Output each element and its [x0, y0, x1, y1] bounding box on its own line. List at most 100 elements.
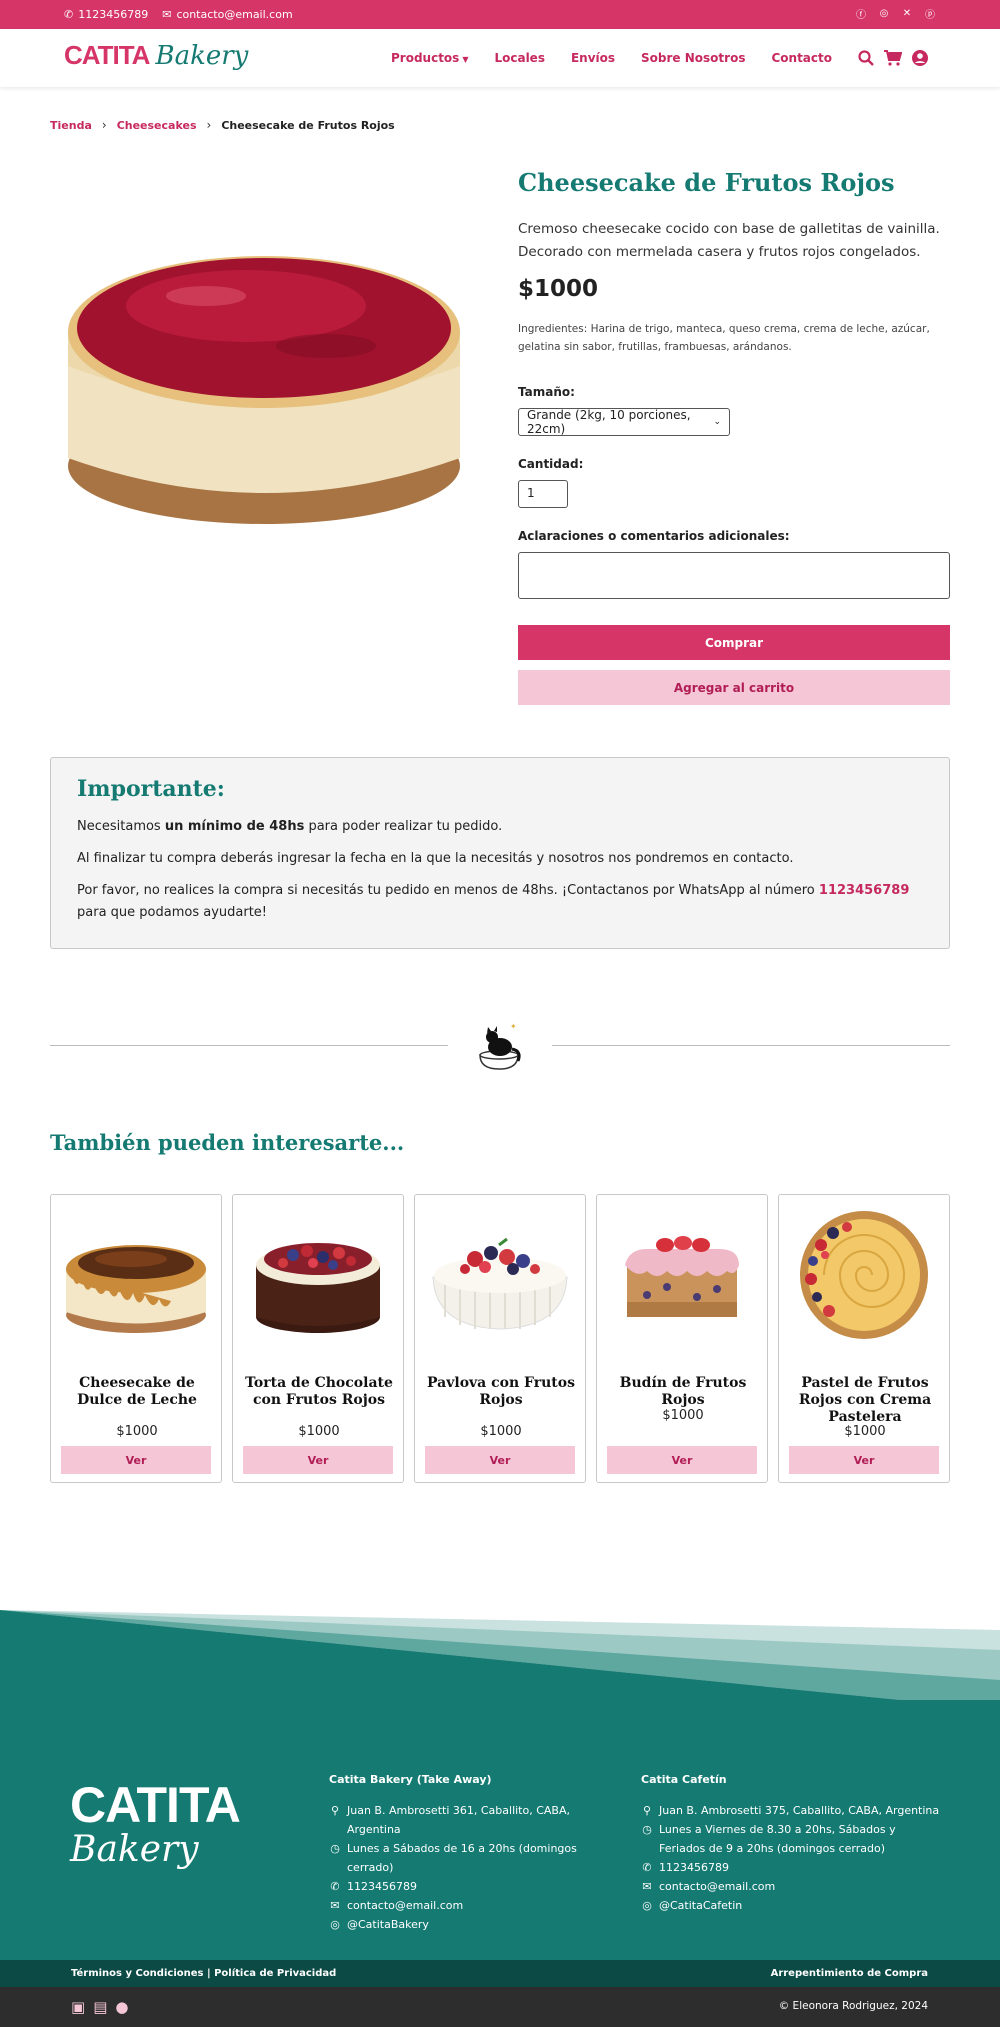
- phone-contact[interactable]: ✆ 1123456789: [64, 8, 148, 21]
- product-card-image: [625, 1236, 739, 1317]
- user-icon[interactable]: [912, 50, 928, 66]
- whatsapp-icon: ✆: [330, 1880, 340, 1893]
- brand-logo[interactable]: CATITA Bakery: [64, 40, 248, 71]
- clock-icon: ◷: [642, 1823, 652, 1836]
- clock-icon: ◷: [330, 1842, 340, 1855]
- caret-down-icon: ▼: [462, 55, 469, 64]
- terms-privacy-link[interactable]: Términos y Condiciones | Política de Pri…: [71, 1968, 336, 1979]
- location-pin-icon: ⚲: [330, 1804, 340, 1817]
- breadcrumb: Tienda › Cheesecakes › Cheesecake de Fru…: [50, 118, 395, 132]
- envelope-icon: ✉: [162, 8, 172, 21]
- divider-right: [552, 1045, 950, 1046]
- product-card-image: [432, 1237, 568, 1330]
- footer-bottom-bar: ▣ ▤ ● © Eleonora Rodriguez, 2024: [0, 1987, 1000, 2027]
- navbar: CATITA Bakery Productos ▼ Locales Envíos …: [0, 29, 1000, 87]
- footer-col-bakery: Catita Bakery (Take Away) ⚲ Juan B. Ambro…: [329, 1770, 619, 1934]
- email-contact[interactable]: ✉ contacto@email.com: [162, 8, 292, 21]
- envelope-icon: ✉: [642, 1880, 652, 1893]
- buy-button[interactable]: Comprar: [518, 625, 950, 660]
- cart-icon[interactable]: [884, 50, 902, 66]
- chevron-right-icon: ›: [101, 118, 107, 132]
- divider-left: [50, 1045, 448, 1046]
- product-card[interactable]: Pavlova con Frutos Rojos $1000 Ver: [414, 1194, 586, 1483]
- chevron-down-icon: ⌄: [713, 417, 721, 427]
- product-card-price: $1000: [480, 1424, 522, 1439]
- product-price: $1000: [518, 276, 599, 302]
- instagram-icon: ◎: [330, 1918, 340, 1931]
- view-button[interactable]: Ver: [789, 1446, 939, 1474]
- important-notice: Importante: Necesitamos un mínimo de 48h…: [50, 757, 950, 949]
- view-button[interactable]: Ver: [243, 1446, 393, 1474]
- pinterest-icon[interactable]: ⓟ: [924, 7, 936, 21]
- product-card-name: Cheesecake de Dulce de Leche: [77, 1375, 197, 1408]
- breadcrumb-current: Cheesecake de Frutos Rojos: [221, 118, 395, 132]
- product-title: Cheesecake de Frutos Rojos: [518, 168, 895, 197]
- whatsapp-number[interactable]: 1123456789: [819, 883, 909, 898]
- footer-col-cafetin: Catita Cafetín ⚲ Juan B. Ambrosetti 375, …: [641, 1770, 941, 1915]
- important-p1: Necesitamos un mínimo de 48hs para poder…: [77, 819, 503, 834]
- product-card-name: Torta de Chocolate con Frutos Rojos: [245, 1375, 393, 1408]
- instagram-icon[interactable]: ◎: [878, 7, 890, 20]
- important-p2: Al finalizar tu compra deberás ingresar …: [77, 851, 794, 866]
- search-icon[interactable]: [858, 50, 874, 66]
- location-pin-icon: ⚲: [642, 1804, 652, 1817]
- product-ingredients: Ingredientes: Harina de trigo, manteca, …: [518, 323, 930, 353]
- product-card[interactable]: Budín de Frutos Rojos $1000 Ver: [596, 1194, 768, 1483]
- breadcrumb-cheesecakes[interactable]: Cheesecakes: [117, 119, 197, 132]
- product-image: [68, 256, 460, 524]
- quantity-label: Cantidad:: [518, 457, 584, 471]
- product-card[interactable]: Cheesecake de Dulce de Leche $1000 Ver: [50, 1194, 222, 1483]
- svg-text:✦: ✦: [510, 1022, 517, 1031]
- instagram-icon: ◎: [642, 1899, 652, 1912]
- size-label: Tamaño:: [518, 385, 575, 399]
- product-card[interactable]: Pastel de Frutos Rojos con Crema Pastele…: [778, 1194, 950, 1483]
- product-card-name: Pastel de Frutos Rojos con Crema Pastele…: [798, 1375, 932, 1425]
- footer-legal-bar: Términos y Condiciones | Política de Pri…: [0, 1960, 1000, 1987]
- product-card[interactable]: Torta de Chocolate con Frutos Rojos $100…: [232, 1194, 404, 1483]
- envelope-icon: ✉: [330, 1899, 340, 1912]
- main-nav: Productos ▼ Locales Envíos Sobre Nosotros…: [391, 50, 928, 66]
- breadcrumb-tienda[interactable]: Tienda: [50, 119, 92, 132]
- cat-in-cup-icon: ✦: [479, 1022, 521, 1070]
- related-title: También pueden interesarte...: [50, 1130, 405, 1155]
- linkedin-icon[interactable]: ▤: [93, 1998, 107, 2016]
- important-p3: Por favor, no realices la compra si nece…: [77, 883, 910, 920]
- footer: CATITA Bakery Catita Bakery (Take Away) …: [0, 1700, 1000, 1960]
- product-card-price: $1000: [116, 1424, 158, 1439]
- product-description: Cremoso cheesecake cocido con base de ga…: [518, 221, 940, 260]
- add-to-cart-button[interactable]: Agregar al carrito: [518, 670, 950, 705]
- view-button[interactable]: Ver: [61, 1446, 211, 1474]
- nav-productos[interactable]: Productos ▼: [391, 51, 468, 65]
- top-bar: ✆ 1123456789 ✉ contacto@email.com ⓕ ◎ ✕ ⓟ: [0, 0, 1000, 29]
- product-card-price: $1000: [662, 1408, 704, 1423]
- x-icon[interactable]: ✕: [901, 7, 913, 20]
- product-card-image: [256, 1243, 380, 1333]
- product-card-name: Budín de Frutos Rojos: [619, 1375, 747, 1408]
- view-button[interactable]: Ver: [425, 1446, 575, 1474]
- copyright: © Eleonora Rodriguez, 2024: [778, 2000, 928, 2012]
- size-select-value: Grande (2kg, 10 porciones, 22cm): [527, 408, 691, 436]
- important-title: Importante:: [77, 776, 225, 802]
- product-card-price: $1000: [844, 1424, 886, 1439]
- nav-envios[interactable]: Envíos: [571, 51, 615, 65]
- comments-textarea[interactable]: [518, 552, 950, 599]
- nav-sobre-nosotros[interactable]: Sobre Nosotros: [641, 51, 745, 65]
- view-button[interactable]: Ver: [607, 1446, 757, 1474]
- briefcase-icon[interactable]: ▣: [71, 1998, 85, 2016]
- github-icon[interactable]: ●: [115, 1998, 128, 2016]
- comments-label: Aclaraciones o comentarios adicionales:: [518, 529, 790, 543]
- product-card-image: [800, 1211, 928, 1339]
- product-card-price: $1000: [298, 1424, 340, 1439]
- whatsapp-icon: ✆: [64, 8, 74, 21]
- nav-contacto[interactable]: Contacto: [771, 51, 832, 65]
- nav-locales[interactable]: Locales: [494, 51, 545, 65]
- regret-purchase-link[interactable]: Arrepentimiento de Compra: [771, 1968, 928, 1979]
- product-card-image: [66, 1245, 206, 1333]
- footer-logo[interactable]: CATITA Bakery: [70, 1780, 241, 1870]
- size-select[interactable]: Grande (2kg, 10 porciones, 22cm) ⌄: [518, 408, 730, 436]
- quantity-input[interactable]: 1: [518, 480, 568, 508]
- product-card-name: Pavlova con Frutos Rojos: [427, 1375, 575, 1408]
- facebook-icon[interactable]: ⓕ: [855, 7, 867, 21]
- whatsapp-icon: ✆: [642, 1861, 652, 1874]
- chevron-right-icon: ›: [206, 118, 212, 132]
